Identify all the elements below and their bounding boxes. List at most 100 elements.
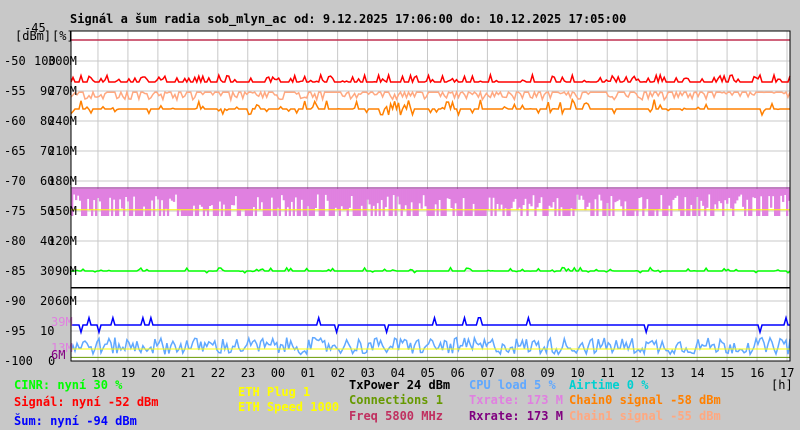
txrate-bar <box>72 189 76 195</box>
y-tick-pct: 20 <box>40 294 54 308</box>
txrate-bar <box>552 189 555 203</box>
txrate-bar <box>136 189 140 216</box>
txrate-bar <box>400 189 403 216</box>
txrate-bar <box>300 189 303 200</box>
y-tick-dbm: -55 <box>4 84 26 98</box>
txrate-bar <box>358 189 361 216</box>
y-tick-dbm: -100 <box>4 354 33 368</box>
txrate-bar <box>410 189 413 203</box>
legend-item: CINR: nyní 30 % <box>14 378 123 392</box>
txrate-bar <box>374 189 377 216</box>
txrate-bar <box>442 189 445 216</box>
txrate-bar <box>198 189 202 205</box>
txrate-bar <box>212 189 216 216</box>
txrate-bar <box>464 189 467 216</box>
txrate-bar <box>478 189 481 216</box>
txrate-bar <box>526 189 529 216</box>
y-tick-m: 90M <box>55 264 77 278</box>
txrate-bar <box>706 189 709 208</box>
txrate-bar <box>218 189 222 202</box>
txrate-bar <box>88 189 92 210</box>
txrate-bar <box>492 189 495 198</box>
txrate-bar <box>550 189 553 208</box>
txrate-bar <box>138 189 142 216</box>
txrate-bar <box>724 189 727 201</box>
txrate-bar <box>96 189 100 199</box>
txrate-bar <box>402 189 405 210</box>
txrate-bar <box>110 189 114 216</box>
txrate-bar <box>622 189 625 216</box>
y-tick-m: 150M <box>48 204 77 218</box>
txrate-bar <box>324 189 327 195</box>
txrate-bar <box>468 189 471 216</box>
txrate-bar <box>120 189 124 209</box>
txrate-bar <box>416 189 419 216</box>
txrate-bar <box>338 189 341 216</box>
txrate-bar <box>722 189 725 216</box>
txrate-bar <box>432 189 435 216</box>
txrate-bar <box>558 189 561 216</box>
txrate-bar <box>640 189 643 198</box>
txrate-bar <box>222 189 226 205</box>
x-tick-label: 16 <box>750 366 764 380</box>
txrate-bar <box>74 189 78 201</box>
txrate-bar <box>408 189 411 216</box>
txrate-bar <box>278 189 282 216</box>
y-tick-m: 270M <box>48 84 77 98</box>
y-tick-m: 180M <box>48 174 77 188</box>
txrate-bar <box>428 189 431 216</box>
txrate-bar <box>766 189 769 216</box>
txrate-bar <box>614 189 617 203</box>
txrate-bar <box>618 189 621 200</box>
txrate-bar <box>750 189 753 216</box>
txrate-bar <box>164 189 168 209</box>
txrate-bar <box>288 189 291 216</box>
txrate-bar <box>398 189 401 205</box>
txrate-bar <box>536 189 539 208</box>
txrate-bar <box>574 189 577 210</box>
txrate-bar <box>592 189 595 216</box>
txrate-bar <box>784 189 787 195</box>
txrate-bar <box>586 189 589 207</box>
txrate-bar <box>494 189 497 216</box>
txrate-bar <box>590 189 593 216</box>
chart-window: Signál a šum radia sob_mlyn_ac od: 9.12.… <box>0 0 800 430</box>
txrate-bar <box>160 189 164 201</box>
txrate-bar <box>258 189 262 211</box>
txrate-bar <box>462 189 465 199</box>
txrate-bar <box>736 189 739 201</box>
txrate-bar <box>348 189 351 208</box>
txrate-bar <box>704 189 707 216</box>
txrate-bar <box>122 189 126 216</box>
txrate-bar <box>82 189 86 216</box>
txrate-bar <box>602 189 605 216</box>
legend-item: Chain1 signal -55 dBm <box>569 409 721 423</box>
txrate-bar <box>762 189 765 216</box>
txrate-bar <box>548 189 551 206</box>
txrate-bar <box>664 189 667 216</box>
txrate-bar <box>720 189 723 204</box>
txrate-bar <box>354 189 357 216</box>
txrate-bar <box>472 189 475 204</box>
txrate-bar <box>184 189 188 216</box>
txrate-bar <box>456 189 459 216</box>
txrate-bar <box>370 189 373 216</box>
x-tick-label: 01 <box>301 366 315 380</box>
txrate-bar <box>364 189 367 216</box>
txrate-bar <box>236 189 240 216</box>
txrate-bar <box>782 189 785 202</box>
y-tick-dbm: -80 <box>4 234 26 248</box>
txrate-bar <box>498 189 501 211</box>
txrate-bar <box>126 189 130 202</box>
txrate-bar <box>768 189 771 197</box>
txrate-bar <box>742 189 745 207</box>
txrate-bar <box>214 189 218 216</box>
x-tick-label: 06 <box>450 366 464 380</box>
txrate-bar <box>392 189 395 196</box>
txrate-bar <box>484 189 487 216</box>
x-label: [h] <box>771 378 793 392</box>
txrate-bar <box>234 189 238 197</box>
txrate-bar <box>266 189 270 216</box>
txrate-bar <box>280 189 284 196</box>
txrate-bar <box>406 189 409 216</box>
